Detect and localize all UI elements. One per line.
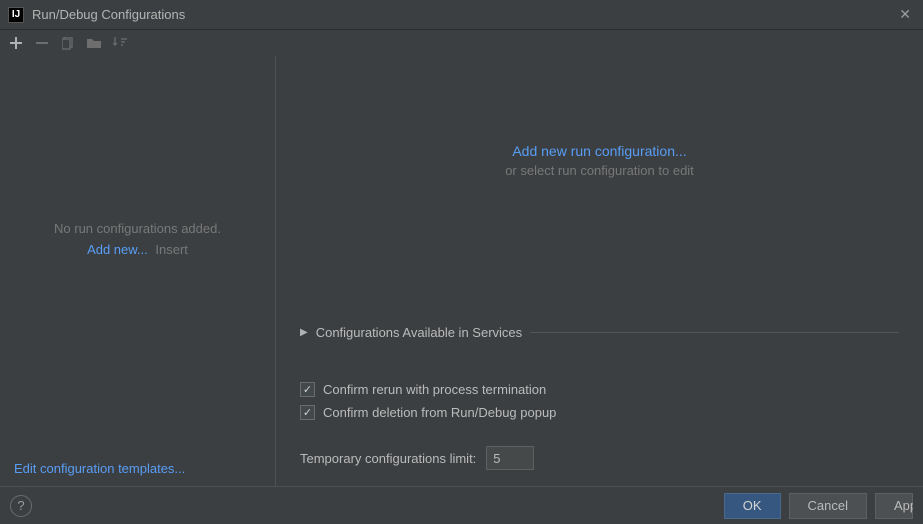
- add-run-config-link[interactable]: Add new run configuration...: [512, 143, 686, 159]
- section-divider: [530, 332, 899, 333]
- edit-templates-link[interactable]: Edit configuration templates...: [0, 451, 275, 486]
- footer: ? OK Cancel Apply: [0, 486, 923, 524]
- footer-buttons: OK Cancel Apply: [724, 493, 913, 519]
- window-title: Run/Debug Configurations: [32, 7, 185, 22]
- apply-button[interactable]: Apply: [875, 493, 913, 519]
- ok-button[interactable]: OK: [724, 493, 781, 519]
- left-panel: No run configurations added. Add new... …: [0, 56, 276, 486]
- services-title: Configurations Available in Services: [316, 325, 522, 340]
- confirm-delete-checkbox[interactable]: ✓: [300, 405, 315, 420]
- right-panel: Add new run configuration... or select r…: [276, 56, 923, 486]
- confirm-delete-label: Confirm deletion from Run/Debug popup: [323, 405, 556, 420]
- bottom-section: ▶ Configurations Available in Services ✓…: [276, 325, 923, 486]
- content: No run configurations added. Add new... …: [0, 56, 923, 486]
- left-empty-state: No run configurations added. Add new... …: [0, 26, 275, 451]
- add-new-row: Add new... Insert: [87, 242, 188, 257]
- no-configs-text: No run configurations added.: [54, 221, 221, 236]
- confirm-rerun-checkbox[interactable]: ✓: [300, 382, 315, 397]
- temp-limit-input[interactable]: [486, 446, 534, 470]
- add-new-link[interactable]: Add new...: [87, 242, 148, 257]
- confirm-rerun-row: ✓ Confirm rerun with process termination: [300, 380, 899, 399]
- temp-limit-row: Temporary configurations limit:: [300, 446, 899, 470]
- app-icon: IJ: [8, 7, 24, 23]
- services-section-header[interactable]: ▶ Configurations Available in Services: [300, 325, 899, 340]
- temp-limit-label: Temporary configurations limit:: [300, 451, 476, 466]
- expand-triangle-icon: ▶: [300, 327, 308, 338]
- confirm-rerun-label: Confirm rerun with process termination: [323, 382, 546, 397]
- cancel-button[interactable]: Cancel: [789, 493, 867, 519]
- help-icon[interactable]: ?: [10, 495, 32, 517]
- confirm-delete-row: ✓ Confirm deletion from Run/Debug popup: [300, 403, 899, 422]
- add-new-hint: Insert: [155, 242, 188, 257]
- select-config-hint: or select run configuration to edit: [505, 163, 694, 178]
- right-empty-state: Add new run configuration... or select r…: [276, 0, 923, 325]
